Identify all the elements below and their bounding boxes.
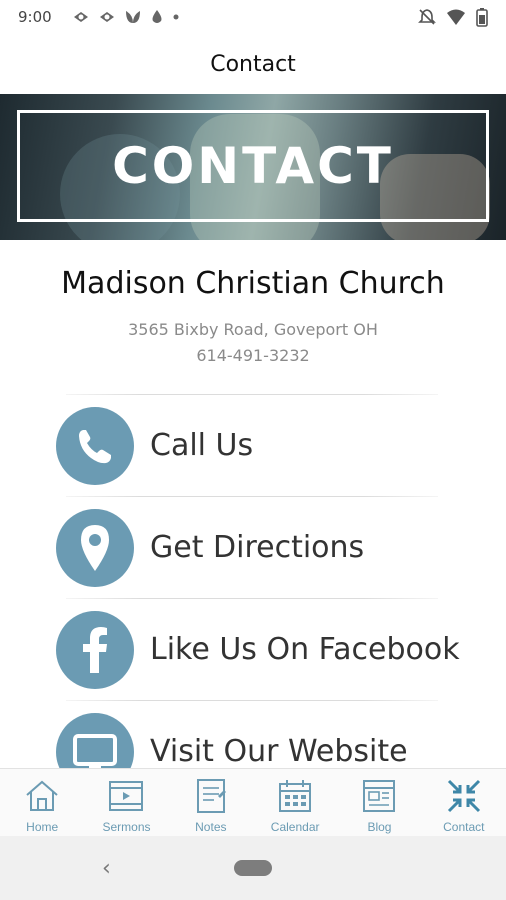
tab-blog[interactable]: Blog: [337, 769, 421, 836]
mute-icon: [418, 9, 436, 25]
get-directions-button[interactable]: Get Directions: [0, 496, 506, 598]
church-phone: 614-491-3232: [196, 346, 310, 365]
status-time: 9:00: [18, 8, 52, 26]
tab-sermons[interactable]: Sermons: [84, 769, 168, 836]
status-notification-icons: [72, 9, 180, 25]
wifi-icon: [447, 9, 465, 25]
page-title: Contact: [210, 51, 296, 77]
system-navigation-bar: ‹: [0, 836, 506, 900]
call-us-button[interactable]: Call Us: [0, 394, 506, 496]
tab-sermons-label: Sermons: [102, 820, 151, 834]
contact-action-list: Call Us Get Directions Like Us On Facebo…: [0, 394, 506, 768]
leaf-icon: [125, 11, 140, 23]
divider: [66, 394, 438, 395]
facebook-button[interactable]: Like Us On Facebook: [0, 598, 506, 700]
get-directions-label: Get Directions: [150, 530, 365, 565]
hero-frame: CONTACT: [17, 110, 489, 222]
monitor-icon: [56, 713, 134, 768]
tab-calendar-label: Calendar: [270, 820, 320, 834]
hero-title: CONTACT: [112, 137, 394, 195]
contact-arrows-icon: [444, 776, 484, 816]
notification-icon: [73, 12, 88, 22]
calendar-icon: [275, 776, 315, 816]
tab-contact-label: Contact: [443, 820, 485, 834]
phone-icon: [56, 407, 134, 485]
home-icon: [22, 776, 62, 816]
facebook-icon: [56, 611, 134, 689]
bottom-tab-bar: Home Sermons Notes Calendar Blog Contact: [0, 768, 506, 836]
visit-website-button[interactable]: Visit Our Website: [0, 700, 506, 768]
notes-icon: [191, 776, 231, 816]
tab-calendar[interactable]: Calendar: [253, 769, 337, 836]
notification-icon: [99, 12, 114, 22]
tab-notes-label: Notes: [195, 820, 227, 834]
film-icon: [106, 776, 146, 816]
tab-blog-label: Blog: [367, 820, 392, 834]
home-pill-button[interactable]: [234, 860, 272, 876]
visit-website-label: Visit Our Website: [150, 734, 408, 768]
divider: [66, 496, 438, 497]
tab-notes[interactable]: Notes: [169, 769, 253, 836]
app-bar: Contact: [0, 34, 506, 94]
call-us-label: Call Us: [150, 428, 254, 463]
tab-home-label: Home: [26, 820, 59, 834]
map-pin-icon: [56, 509, 134, 587]
tab-home[interactable]: Home: [0, 769, 84, 836]
hero-banner: CONTACT: [0, 94, 506, 240]
church-name: Madison Christian Church: [61, 266, 445, 301]
divider: [66, 598, 438, 599]
facebook-label: Like Us On Facebook: [150, 632, 460, 667]
status-bar: 9:00: [0, 0, 506, 34]
divider: [66, 700, 438, 701]
status-system-icons: [418, 7, 488, 27]
dot-icon: [173, 14, 179, 20]
battery-icon: [476, 8, 488, 27]
drop-icon: [152, 10, 162, 23]
back-icon[interactable]: ‹: [102, 856, 122, 881]
blog-icon: [359, 776, 399, 816]
church-address: 3565 Bixby Road, Goveport OH: [128, 320, 378, 339]
tab-contact[interactable]: Contact: [422, 769, 506, 836]
